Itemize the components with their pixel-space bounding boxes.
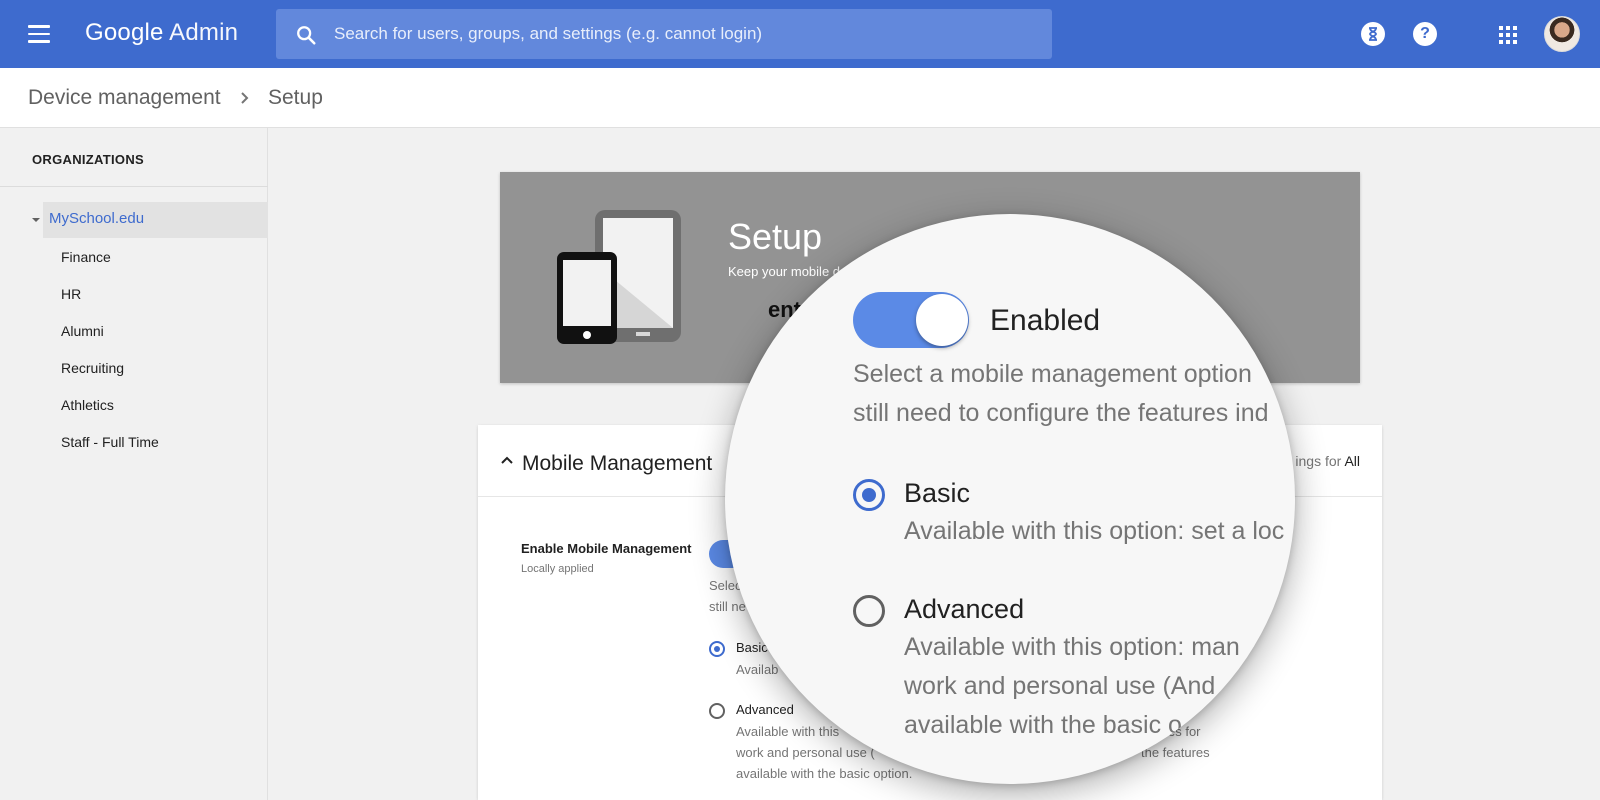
advanced-desc-line-1: Available with this option: man xyxy=(904,633,1240,661)
google-admin-logo[interactable]: Google Admin xyxy=(85,19,238,47)
organizations-heading: ORGANIZATIONS xyxy=(32,152,144,167)
toggle-knob xyxy=(916,294,968,346)
breadcrumb-device-management[interactable]: Device management xyxy=(28,86,221,110)
settings-for: ings for All xyxy=(1295,453,1360,469)
apps-icon[interactable] xyxy=(1499,26,1517,44)
mag-desc-line-2: still need to configure the features ind xyxy=(853,399,1269,427)
advanced-label-small: Advanced xyxy=(736,702,794,717)
basic-desc-small: Availab xyxy=(736,662,779,677)
org-item-alumni[interactable]: Alumni xyxy=(61,323,104,339)
advanced-radio[interactable] xyxy=(853,595,885,627)
setup-title: Setup xyxy=(728,216,823,257)
org-root-label: MySchool.edu xyxy=(49,210,145,227)
breadcrumb-setup: Setup xyxy=(268,86,323,109)
basic-desc: Available with this option: set a loc xyxy=(904,517,1285,545)
org-sidebar: ORGANIZATIONS MySchool.edu Finance HR Al… xyxy=(0,128,268,800)
chevron-up-icon[interactable] xyxy=(500,455,514,465)
avatar[interactable] xyxy=(1544,16,1580,52)
setup-subtitle: Keep your mobile d xyxy=(728,264,841,279)
advanced-desc-line-3: available with the basic option. xyxy=(736,766,913,781)
advanced-desc-line-1: Available with this xyxy=(736,724,840,739)
org-item-finance[interactable]: Finance xyxy=(61,249,111,265)
divider xyxy=(0,186,268,187)
basic-label: Basic xyxy=(904,478,971,508)
setting-label: Enable Mobile Management xyxy=(521,541,692,556)
chevron-right-icon xyxy=(241,92,249,104)
enabled-label: Enabled xyxy=(990,304,1101,337)
search-icon xyxy=(297,26,316,45)
search-input[interactable] xyxy=(334,9,1034,59)
card-title: Mobile Management xyxy=(522,452,713,475)
org-item-athletics[interactable]: Athletics xyxy=(61,397,114,413)
basic-radio[interactable] xyxy=(853,479,885,511)
advanced-label: Advanced xyxy=(904,594,1025,624)
enabled-toggle[interactable] xyxy=(853,292,969,348)
setting-sublabel: Locally applied xyxy=(521,563,594,575)
advanced-desc-line-2: work and personal use ( xyxy=(736,745,875,760)
org-item-recruiting[interactable]: Recruiting xyxy=(61,360,124,376)
help-icon[interactable]: ? xyxy=(1413,22,1437,46)
settings-for-prefix: ings for xyxy=(1295,453,1342,469)
advanced-desc-line-2: work and personal use (And xyxy=(904,672,1216,700)
mag-desc-line-1: Select a mobile management option xyxy=(853,360,1252,388)
menu-icon[interactable] xyxy=(28,25,50,43)
logo-admin-text: Admin xyxy=(169,19,239,46)
caret-down-icon[interactable] xyxy=(32,218,40,222)
breadcrumb: Device management Setup xyxy=(0,68,1600,128)
desc-line-2: still ne xyxy=(709,599,746,614)
org-item-root[interactable]: MySchool.edu xyxy=(43,202,268,238)
advanced-radio-small[interactable] xyxy=(709,703,725,719)
top-app-bar: Google Admin ? xyxy=(0,0,1600,68)
org-item-hr[interactable]: HR xyxy=(61,286,81,302)
org-item-staff-full-time[interactable]: Staff - Full Time xyxy=(61,434,159,450)
settings-for-value: All xyxy=(1344,453,1360,469)
logo-google-text: Google xyxy=(85,19,164,46)
basic-radio-small[interactable] xyxy=(709,641,725,657)
hourglass-icon[interactable] xyxy=(1361,22,1385,46)
magnifier-callout: Enabled Select a mobile management optio… xyxy=(725,214,1295,784)
mobile-devices-icon xyxy=(557,210,681,344)
search-bar[interactable] xyxy=(276,9,1052,59)
advanced-desc-line-3: available with the basic o xyxy=(904,711,1182,739)
